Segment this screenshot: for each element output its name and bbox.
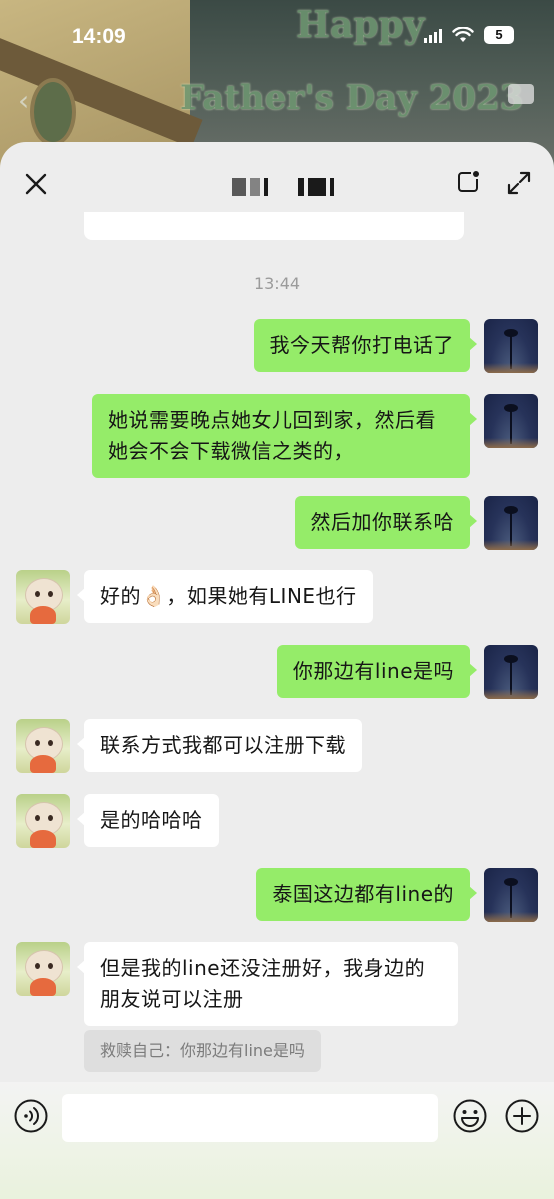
battery-indicator: 5 bbox=[484, 26, 514, 44]
close-icon[interactable] bbox=[22, 170, 50, 198]
message-bubble-sent[interactable]: 我今天帮你打电话了 bbox=[253, 319, 477, 372]
previous-message-bubble bbox=[84, 212, 464, 240]
status-time: 14:09 bbox=[72, 25, 126, 48]
message-bubble-sent[interactable]: 然后加你联系哈 bbox=[294, 496, 477, 549]
my-avatar[interactable] bbox=[484, 868, 538, 922]
wifi-icon bbox=[452, 27, 474, 42]
my-avatar[interactable] bbox=[484, 645, 538, 699]
contact-avatar[interactable] bbox=[16, 794, 70, 848]
my-avatar[interactable] bbox=[484, 319, 538, 373]
message-bubble-sent[interactable]: 泰国这边都有line的 bbox=[256, 868, 477, 921]
voice-icon[interactable] bbox=[13, 1098, 49, 1134]
contact-avatar[interactable] bbox=[16, 570, 70, 624]
my-avatar[interactable] bbox=[484, 496, 538, 550]
input-bar bbox=[0, 1082, 554, 1199]
my-avatar[interactable] bbox=[484, 394, 538, 448]
message-bubble-received[interactable]: 联系方式我都可以注册下载 bbox=[77, 719, 362, 772]
message-input[interactable] bbox=[62, 1094, 438, 1142]
message-bubble-received[interactable]: 但是我的line还没注册好，我身边的朋友说可以注册 bbox=[77, 942, 458, 1026]
quoted-message[interactable]: 救赎自己：你那边有line是吗 bbox=[84, 1030, 321, 1072]
wallpaper-text-fathers-day: Father's Day 2023 bbox=[180, 78, 524, 118]
floating-window-icon[interactable] bbox=[456, 170, 480, 194]
chat-sheet: 13:44 我今天帮你打电话了 她说需要晚点她女儿回到家，然后看她会不会下载微信… bbox=[0, 142, 554, 1199]
message-timestamp: 13:44 bbox=[253, 274, 301, 293]
expand-icon[interactable] bbox=[506, 170, 532, 196]
message-bubble-received[interactable]: 是的哈哈哈 bbox=[77, 794, 219, 847]
back-chevron-icon: ‹ bbox=[18, 84, 30, 117]
camera-icon bbox=[508, 84, 534, 104]
redacted-name bbox=[232, 178, 334, 196]
signal-icon bbox=[424, 27, 442, 43]
contact-avatar[interactable] bbox=[16, 942, 70, 996]
message-bubble-sent[interactable]: 你那边有line是吗 bbox=[276, 645, 478, 698]
emoji-icon[interactable] bbox=[452, 1098, 488, 1134]
wallpaper-text-happy: Happy bbox=[296, 4, 425, 46]
message-bubble-sent[interactable]: 她说需要晚点她女儿回到家，然后看她会不会下载微信之类的， bbox=[92, 394, 477, 478]
contact-avatar[interactable] bbox=[16, 719, 70, 773]
status-icons: 5 bbox=[424, 26, 514, 44]
message-bubble-received[interactable]: 好的👌🏻，如果她有LINE也行 bbox=[77, 570, 373, 623]
plus-icon[interactable] bbox=[504, 1098, 540, 1134]
